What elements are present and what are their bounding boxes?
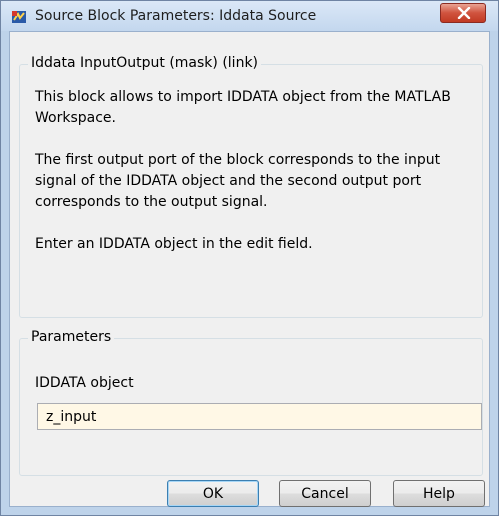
- description-paragraph: Enter an IDDATA object in the edit field…: [35, 236, 313, 252]
- cancel-button[interactable]: Cancel: [279, 480, 371, 507]
- iddata-object-input[interactable]: [37, 403, 482, 430]
- description-text: This block allows to import IDDATA objec…: [35, 87, 479, 276]
- description-group-title: Iddata InputOutput (mask) (link): [28, 55, 262, 71]
- ok-button[interactable]: OK: [167, 480, 259, 507]
- title-bar[interactable]: Source Block Parameters: Iddata Source: [1, 1, 498, 31]
- dialog-window: Source Block Parameters: Iddata Source I…: [0, 0, 499, 516]
- parameters-group-title: Parameters: [28, 329, 115, 345]
- close-button[interactable]: [440, 3, 486, 23]
- close-icon: [457, 7, 471, 19]
- window-title: Source Block Parameters: Iddata Source: [35, 8, 317, 24]
- help-button[interactable]: Help: [393, 480, 485, 507]
- parameters-group: Parameters IDDATA object: [19, 329, 483, 476]
- description-group: Iddata InputOutput (mask) (link) This bl…: [19, 55, 483, 318]
- description-paragraph: This block allows to import IDDATA objec…: [35, 89, 451, 126]
- iddata-object-label: IDDATA object: [35, 375, 134, 391]
- description-paragraph: The first output port of the block corre…: [35, 152, 441, 210]
- dialog-body: Iddata InputOutput (mask) (link) This bl…: [9, 31, 490, 507]
- simulink-block-icon: [11, 9, 27, 25]
